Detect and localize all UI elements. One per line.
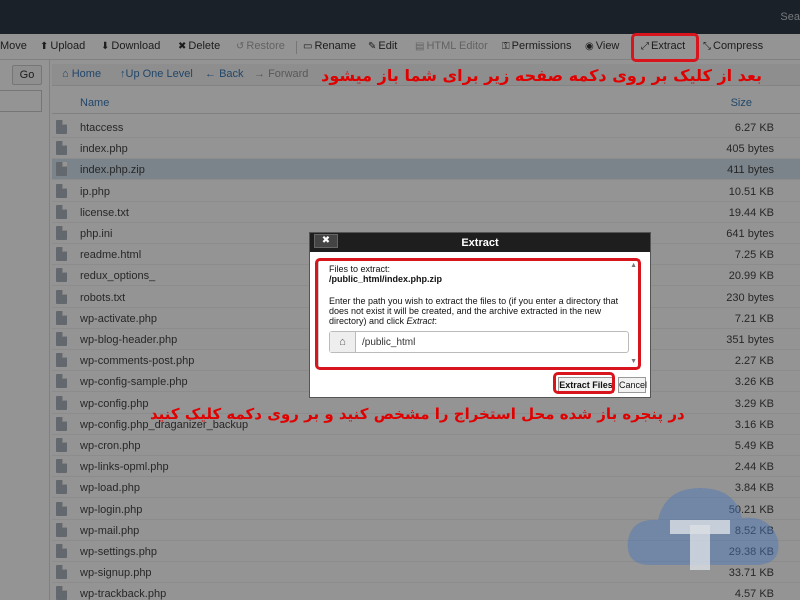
- extract-highlight-box: [631, 33, 699, 62]
- dialog-content-highlight-box: [315, 258, 641, 370]
- cloud-logo-icon: [627, 488, 779, 570]
- annotation-top: بعد از کلیک بر روی دکمه صفحه زیر برای شم…: [321, 66, 762, 85]
- cancel-button[interactable]: Cancel: [618, 377, 647, 393]
- dialog-header: ✖ Extract: [310, 233, 650, 252]
- annotation-bottom: در پنجره باز شده محل استخراج را مشخص کنی…: [150, 405, 685, 423]
- dialog-title: Extract: [461, 237, 499, 249]
- extract-files-highlight-box: [553, 372, 615, 394]
